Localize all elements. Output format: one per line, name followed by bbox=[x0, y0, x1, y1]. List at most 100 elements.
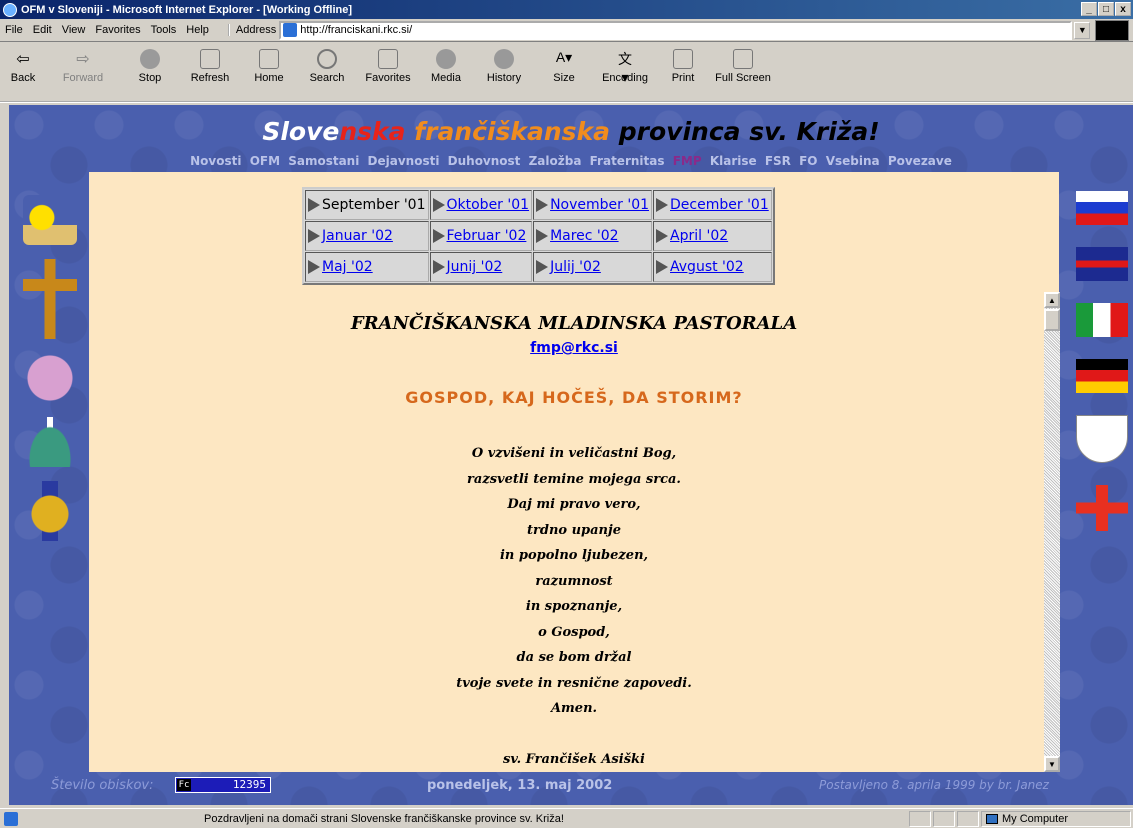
arrow-icon bbox=[656, 198, 669, 212]
prayer-line: Amen. bbox=[550, 701, 598, 716]
month-cell: Januar '02 bbox=[305, 221, 429, 251]
nav-link-zalozba[interactable]: Založba bbox=[529, 154, 582, 168]
nav-link-ofm[interactable]: OFM bbox=[250, 154, 280, 168]
address-label: Address bbox=[227, 24, 276, 36]
browser-viewport[interactable]: Slovenska frančiškanska provinca sv. Kri… bbox=[9, 105, 1133, 805]
stop-button[interactable]: Stop bbox=[120, 49, 180, 84]
computer-icon bbox=[986, 813, 998, 824]
german-flag-icon[interactable] bbox=[1076, 359, 1128, 393]
site-title: Slovenska frančiškanska provinca sv. Kri… bbox=[9, 117, 1133, 146]
menu-file[interactable]: File bbox=[0, 24, 28, 36]
nav-link-fsr[interactable]: FSR bbox=[765, 154, 791, 168]
menu-tools[interactable]: Tools bbox=[146, 24, 182, 36]
menu-view[interactable]: View bbox=[57, 24, 91, 36]
month-link[interactable]: Oktober '01 bbox=[447, 197, 530, 213]
month-cell: Junij '02 bbox=[429, 252, 533, 282]
franciscan-shield-icon[interactable] bbox=[1076, 415, 1128, 463]
forward-arrow-icon: ⇨ bbox=[76, 51, 90, 68]
author-link[interactable]: br. Janez bbox=[998, 778, 1049, 792]
month-cell: Avgust '02 bbox=[653, 252, 772, 282]
favorites-button[interactable]: Favorites bbox=[356, 49, 420, 84]
history-button[interactable]: History bbox=[472, 49, 536, 84]
prayer-line: O vzvišeni in veličastni Bog, bbox=[471, 446, 677, 461]
encoding-label: Encoding bbox=[602, 72, 648, 84]
month-link[interactable]: November '01 bbox=[550, 197, 649, 213]
forward-button[interactable]: ⇨ Forward bbox=[46, 49, 120, 84]
search-button[interactable]: Search bbox=[298, 49, 356, 84]
email-link[interactable]: fmp@rkc.si bbox=[89, 340, 1059, 356]
nav-link-fraternitas[interactable]: Fraternitas bbox=[590, 154, 665, 168]
minimize-button[interactable]: _ bbox=[1081, 2, 1097, 16]
papal-coat-link-icon[interactable] bbox=[23, 481, 77, 541]
arrow-icon bbox=[308, 198, 320, 212]
left-image-links bbox=[23, 195, 83, 555]
nav-link-povezave[interactable]: Povezave bbox=[888, 154, 952, 168]
globe-book-link-icon[interactable] bbox=[23, 353, 77, 403]
home-button[interactable]: Home bbox=[240, 49, 298, 84]
month-link[interactable]: Julij '02 bbox=[550, 259, 601, 275]
nav-link-fo[interactable]: FO bbox=[799, 154, 817, 168]
month-cell: Oktober '01 bbox=[429, 190, 533, 220]
maximize-button[interactable]: □ bbox=[1098, 2, 1114, 16]
address-field[interactable]: http://franciskani.rkc.si/ bbox=[279, 20, 1073, 40]
nav-link-samostani[interactable]: Samostani bbox=[288, 154, 359, 168]
status-cell bbox=[957, 810, 979, 827]
address-dropdown-button[interactable]: ▼ bbox=[1074, 21, 1091, 39]
nav-link-duhovnost[interactable]: Duhovnost bbox=[448, 154, 521, 168]
uk-flag-icon[interactable] bbox=[1076, 247, 1128, 281]
back-label: Back bbox=[10, 72, 36, 84]
media-button[interactable]: Media bbox=[420, 49, 472, 84]
menu-help[interactable]: Help bbox=[181, 24, 214, 36]
month-cell: December '01 bbox=[653, 190, 772, 220]
prayer-title: GOSPOD, KAJ HOČEŠ, DA STORIM? bbox=[405, 388, 743, 407]
menu-edit[interactable]: Edit bbox=[28, 24, 57, 36]
site-title-part1: Slove bbox=[262, 117, 340, 146]
menu-favorites[interactable]: Favorites bbox=[90, 24, 145, 36]
crucifix-link-icon[interactable] bbox=[23, 259, 77, 339]
fullscreen-label: Full Screen bbox=[715, 72, 771, 84]
print-label: Print bbox=[671, 72, 695, 84]
arrow-icon bbox=[536, 260, 549, 274]
slovenian-flag-icon[interactable] bbox=[1076, 191, 1128, 225]
arrow-icon bbox=[432, 198, 445, 212]
status-cell bbox=[933, 810, 955, 827]
month-link[interactable]: Avgust '02 bbox=[670, 259, 744, 275]
windows-logo-icon bbox=[1095, 20, 1129, 41]
italian-flag-icon[interactable] bbox=[1076, 303, 1128, 337]
refresh-button[interactable]: Refresh bbox=[180, 49, 240, 84]
content-scrollbar[interactable]: ▲ ▼ bbox=[1044, 292, 1060, 772]
prayer-line: in spoznanje, bbox=[525, 599, 623, 614]
month-link[interactable]: Marec '02 bbox=[550, 228, 619, 244]
month-link[interactable]: Januar '02 bbox=[322, 228, 393, 244]
back-button[interactable]: ⇦ Back bbox=[0, 49, 46, 84]
month-link[interactable]: Junij '02 bbox=[447, 259, 503, 275]
print-button[interactable]: Print bbox=[658, 49, 708, 84]
nav-link-klarise[interactable]: Klarise bbox=[710, 154, 757, 168]
church-hill-link-icon[interactable] bbox=[23, 417, 77, 467]
nav-link-novosti[interactable]: Novosti bbox=[190, 154, 241, 168]
month-link[interactable]: April '02 bbox=[670, 228, 728, 244]
size-button[interactable]: A▾ Size bbox=[536, 49, 592, 84]
nav-link-fmp[interactable]: FMP bbox=[673, 154, 702, 168]
home-icon bbox=[259, 49, 279, 69]
favorites-icon bbox=[378, 49, 398, 69]
nav-link-vsebina[interactable]: Vsebina bbox=[826, 154, 880, 168]
scroll-up-button[interactable]: ▲ bbox=[1044, 292, 1060, 308]
scroll-thumb[interactable] bbox=[1044, 309, 1060, 331]
month-link[interactable]: Maj '02 bbox=[322, 259, 373, 275]
status-bar: Pozdravljeni na domači strani Slovenske … bbox=[0, 808, 1133, 828]
month-link[interactable]: December '01 bbox=[670, 197, 769, 213]
posted-text: Postavljeno 8. aprila 1999 by bbox=[819, 778, 998, 792]
month-link[interactable]: Februar '02 bbox=[447, 228, 527, 244]
counter-logo: Fc bbox=[177, 779, 191, 791]
jerusalem-cross-icon[interactable] bbox=[1076, 485, 1128, 531]
nav-link-dejavnosti[interactable]: Dejavnosti bbox=[368, 154, 440, 168]
close-button[interactable]: x bbox=[1115, 2, 1131, 16]
counter-value: 12395 bbox=[232, 778, 266, 791]
encoding-button[interactable]: 文▾ Encoding bbox=[592, 49, 658, 85]
island-link-icon[interactable] bbox=[23, 195, 77, 245]
stop-icon bbox=[140, 49, 160, 69]
fullscreen-button[interactable]: Full Screen bbox=[708, 49, 778, 84]
scroll-down-button[interactable]: ▼ bbox=[1044, 756, 1060, 772]
window-titlebar[interactable]: OFM v Sloveniji - Microsoft Internet Exp… bbox=[0, 0, 1133, 19]
